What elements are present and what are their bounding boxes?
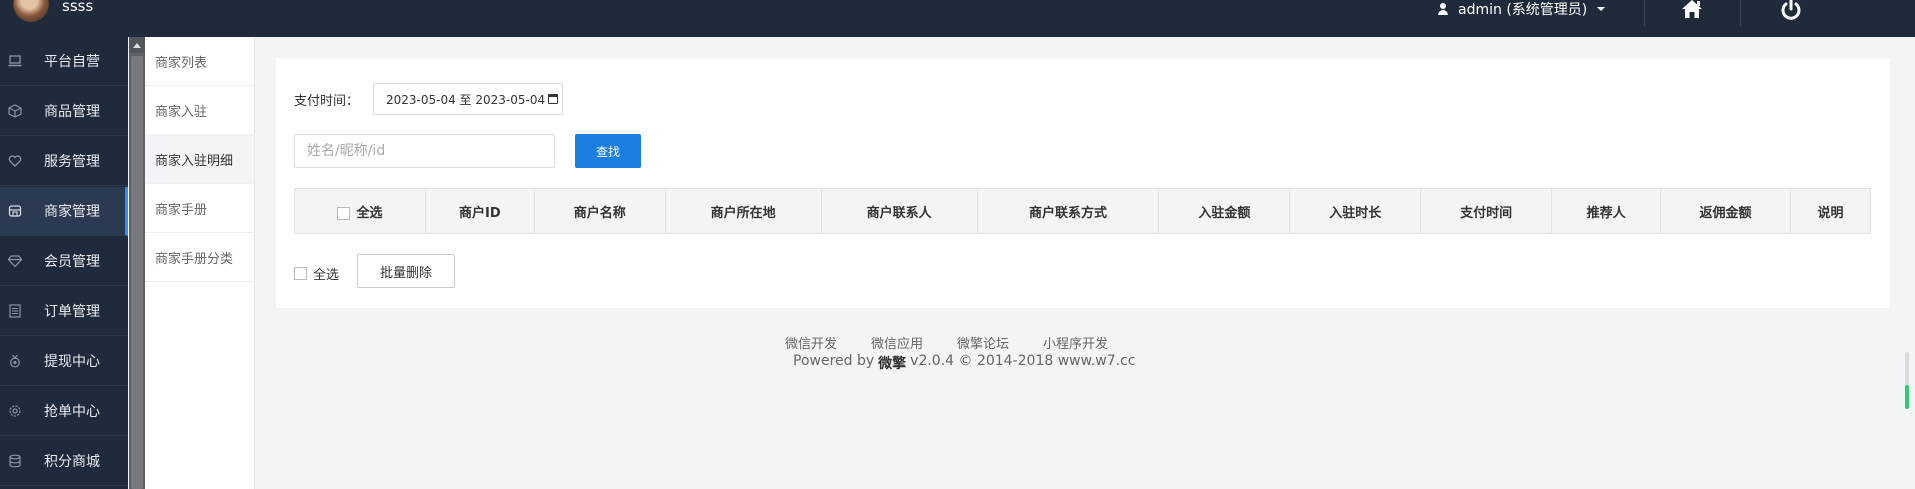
footer-link[interactable]: 微信开发 <box>785 333 837 352</box>
sidebar-item-label: 提现中心 <box>44 354 100 370</box>
sidebar-item-label: 积分商城 <box>44 454 100 470</box>
column-header: 入驻时长 <box>1289 188 1422 234</box>
sidebar-item-platform[interactable]: 平台自营 <box>0 37 128 86</box>
laptop-icon <box>8 54 22 68</box>
date-range-picker[interactable]: 2023-05-04 至 2023-05-04 <box>373 83 563 115</box>
sidebar-item-label: 服务管理 <box>44 154 100 170</box>
subnav-item-join-details[interactable]: 商家入驻明细 <box>145 135 254 184</box>
calendar-icon <box>548 94 559 104</box>
merchant-join-table: 全选 商户ID 商户名称 商户所在地 商户联系人 商户联系方式 入驻金额 入驻时… <box>294 188 1872 234</box>
footer-link[interactable]: 微信应用 <box>871 333 923 352</box>
sub-navigation: 商家列表 商家入驻 商家入驻明细 商家手册 商家手册分类 <box>145 37 255 489</box>
footer-link[interactable]: 小程序开发 <box>1043 333 1108 352</box>
user-menu-label: admin (系统管理员) <box>1458 2 1588 18</box>
column-header: 入驻金额 <box>1158 188 1291 234</box>
sidebar-item-label: 商家管理 <box>44 204 100 220</box>
search-input[interactable] <box>294 134 555 168</box>
sidebar-item-label: 商品管理 <box>44 104 100 120</box>
sidebar-item-orders[interactable]: 订单管理 <box>0 287 128 336</box>
sidebar-item-label: 平台自营 <box>44 54 100 70</box>
search-button[interactable]: 查找 <box>575 134 641 168</box>
divider <box>1740 0 1741 26</box>
column-header: 商户ID <box>424 188 535 234</box>
home-icon <box>1682 0 1702 18</box>
bulk-select-all[interactable]: 全选 <box>294 264 339 283</box>
subnav-item-manual[interactable]: 商家手册 <box>145 184 254 233</box>
sidebar-scrollbar-thumb[interactable] <box>131 56 143 489</box>
sidebar-item-merchants[interactable]: 商家管理 <box>0 187 128 236</box>
power-icon <box>1781 0 1801 20</box>
select-all-label: 全选 <box>356 205 383 221</box>
page-scrollbar-thumb[interactable] <box>1905 385 1909 409</box>
footer-links: 微信开发 微信应用 微擎论坛 小程序开发 <box>785 333 1108 352</box>
sidebar-item-points-mall[interactable]: 积分商城 <box>0 437 128 486</box>
column-header: 说明 <box>1789 188 1872 234</box>
column-header: 商户联系人 <box>820 188 978 234</box>
sidebar-item-label: 订单管理 <box>44 304 100 320</box>
home-button[interactable] <box>1676 0 1708 24</box>
content-panel: 支付时间： 2023-05-04 至 2023-05-04 查找 全选 商户ID… <box>276 58 1890 308</box>
pay-time-label: 支付时间： <box>294 94 360 109</box>
subnav-item-manual-category[interactable]: 商家手册分类 <box>145 233 254 282</box>
select-all-checkbox[interactable] <box>337 206 351 220</box>
subnav-item-merchant-join[interactable]: 商家入驻 <box>145 86 254 135</box>
footer-link[interactable]: 微擎论坛 <box>957 333 1009 352</box>
column-header: 推荐人 <box>1551 188 1662 234</box>
avatar[interactable] <box>13 0 49 22</box>
main-sidebar: 平台自营 商品管理 服务管理 商家管理 会员管理 订单管理 提现中心 抢单中心 … <box>0 37 128 489</box>
column-header: 商户所在地 <box>664 188 822 234</box>
table-header-row: 全选 商户ID 商户名称 商户所在地 商户联系人 商户联系方式 入驻金额 入驻时… <box>294 188 1872 234</box>
diamond-icon <box>8 254 22 268</box>
user-icon <box>1438 3 1448 15</box>
scroll-up-button[interactable] <box>129 37 145 53</box>
bulk-select-checkbox[interactable] <box>294 267 307 280</box>
powered-by-label: Powered by <box>793 353 875 369</box>
sidebar-item-members[interactable]: 会员管理 <box>0 237 128 286</box>
footer-copyright: Powered by 微擎 v2.0.4 © 2014-2018 www.w7.… <box>793 353 1135 373</box>
medal-icon <box>8 354 22 368</box>
select-all-header[interactable]: 全选 <box>294 188 426 234</box>
column-header: 商户联系方式 <box>976 188 1160 234</box>
sidebar-item-label: 会员管理 <box>44 254 100 270</box>
store-icon <box>8 204 22 218</box>
sidebar-item-grab-orders[interactable]: 抢单中心 <box>0 387 128 436</box>
bulk-select-label: 全选 <box>313 268 340 283</box>
version-text: v2.0.4 © 2014-2018 www.w7.cc <box>910 353 1136 369</box>
column-header: 返佣金额 <box>1660 188 1791 234</box>
top-navbar: ssss admin (系统管理员) <box>0 0 1915 37</box>
column-header: 支付时间 <box>1420 188 1553 234</box>
site-name: ssss <box>62 0 94 15</box>
column-header: 商户名称 <box>533 188 666 234</box>
arrow-up-icon <box>133 42 141 48</box>
user-menu[interactable]: admin (系统管理员) <box>1438 0 1606 19</box>
logout-button[interactable] <box>1775 0 1807 24</box>
date-range-value: 2023-05-04 至 2023-05-04 <box>386 92 546 107</box>
list-icon <box>8 304 22 318</box>
caret-down-icon <box>1597 7 1606 11</box>
heart-icon <box>8 154 22 168</box>
gear-icon <box>8 404 22 418</box>
cube-icon <box>8 104 22 118</box>
sidebar-item-products[interactable]: 商品管理 <box>0 87 128 136</box>
batch-delete-button[interactable]: 批量删除 <box>357 254 455 288</box>
sidebar-item-withdraw[interactable]: 提现中心 <box>0 337 128 386</box>
brand-name: 微擎 <box>878 356 907 372</box>
subnav-item-merchant-list[interactable]: 商家列表 <box>145 37 254 86</box>
database-icon <box>8 454 22 468</box>
sidebar-item-services[interactable]: 服务管理 <box>0 137 128 186</box>
sidebar-item-label: 抢单中心 <box>44 404 100 420</box>
divider <box>1644 0 1645 26</box>
